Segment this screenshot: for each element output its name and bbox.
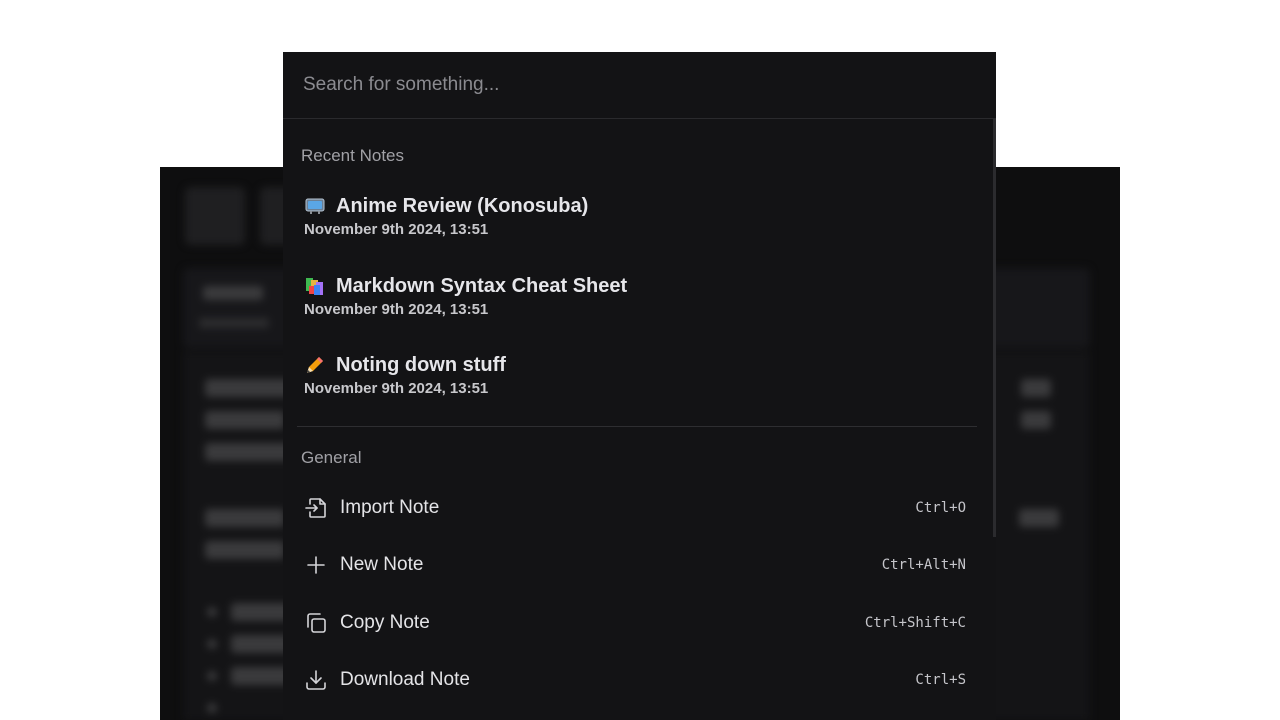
plus-icon <box>304 553 328 577</box>
background-bullet <box>207 671 217 681</box>
background-text-blur <box>231 603 291 621</box>
import-note-command[interactable]: Import Note Ctrl+O <box>304 488 966 528</box>
recent-notes-label: Recent Notes <box>301 146 404 165</box>
copy-icon <box>304 611 328 635</box>
search-input[interactable] <box>301 73 978 97</box>
background-bullet <box>207 607 217 617</box>
background-text-blur <box>205 509 285 527</box>
download-icon <box>304 668 328 692</box>
command-palette: Recent Notes Anime Review (Konosuba) Nov… <box>283 52 996 720</box>
command-label: Import Note <box>340 497 440 518</box>
scrollbar[interactable] <box>993 119 996 537</box>
background-text-blur <box>205 541 285 559</box>
section-divider <box>297 426 977 427</box>
general-label: General <box>301 448 362 467</box>
background-text-blur <box>231 667 291 685</box>
command-label: Download Note <box>340 669 470 690</box>
books-icon <box>304 275 326 297</box>
copy-note-command[interactable]: Copy Note Ctrl+Shift+C <box>304 603 966 643</box>
recent-note-item[interactable]: Anime Review (Konosuba) November 9th 202… <box>304 193 964 253</box>
background-subtitle-blur <box>199 318 269 328</box>
download-note-command[interactable]: Download Note Ctrl+S <box>304 660 966 700</box>
background-text-blur <box>1021 411 1051 429</box>
background-text-blur <box>205 443 295 461</box>
note-date: November 9th 2024, 13:51 <box>304 301 489 318</box>
recent-note-item[interactable]: Noting down stuff November 9th 2024, 13:… <box>304 352 964 412</box>
command-shortcut: Ctrl+Alt+N <box>881 557 966 573</box>
note-date: November 9th 2024, 13:51 <box>304 380 489 397</box>
command-shortcut: Ctrl+Shift+C <box>864 615 966 631</box>
background-button <box>185 187 245 245</box>
command-label: Copy Note <box>340 612 430 633</box>
background-title-blur <box>203 286 263 300</box>
tv-icon <box>304 195 326 217</box>
search-bar <box>283 52 996 119</box>
background-text-blur <box>231 635 291 653</box>
recent-note-item[interactable]: Markdown Syntax Cheat Sheet November 9th… <box>304 273 964 333</box>
background-text-blur <box>1019 509 1059 527</box>
note-title: Anime Review (Konosuba) <box>336 194 589 217</box>
note-date: November 9th 2024, 13:51 <box>304 221 489 238</box>
pencil-icon <box>304 354 326 376</box>
background-bullet <box>207 639 217 649</box>
note-title: Noting down stuff <box>336 353 506 376</box>
new-note-command[interactable]: New Note Ctrl+Alt+N <box>304 545 966 585</box>
command-shortcut: Ctrl+S <box>915 672 966 688</box>
background-bullet <box>207 703 217 713</box>
import-icon <box>304 496 328 520</box>
background-text-blur <box>1021 379 1051 397</box>
background-text-blur <box>205 411 285 429</box>
command-label: New Note <box>340 554 424 575</box>
note-title: Markdown Syntax Cheat Sheet <box>336 274 628 297</box>
command-shortcut: Ctrl+O <box>915 500 966 516</box>
